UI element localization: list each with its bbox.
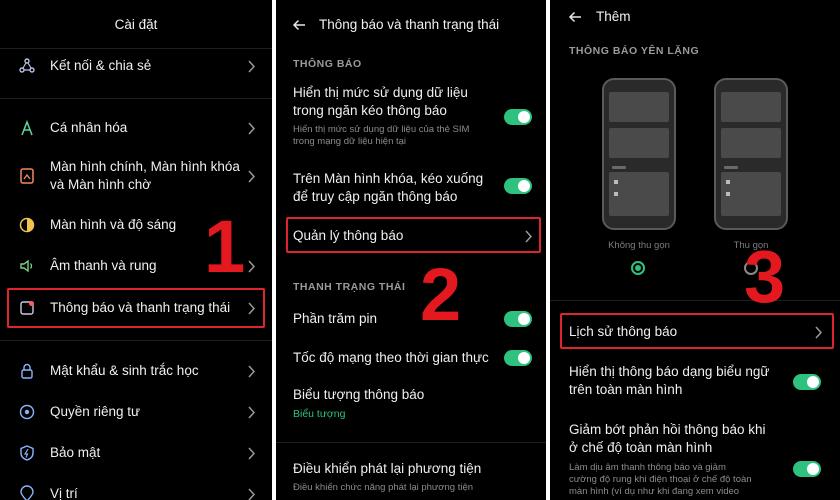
highlight-box xyxy=(560,313,834,349)
setting-label: Điều khiển phát lại phương tiện xyxy=(293,461,482,476)
toggle-switch[interactable] xyxy=(793,461,821,477)
preview-expanded[interactable] xyxy=(602,78,676,230)
section-header-status-bar: THANH TRẠNG THÁI xyxy=(293,281,406,293)
chevron-right-icon xyxy=(248,122,256,135)
setting-label: Tốc độ mạng theo thời gian thực xyxy=(293,350,489,365)
settings-item-personalization[interactable]: Cá nhân hóa xyxy=(0,114,272,142)
brush-icon xyxy=(21,119,33,136)
settings-item-label: Vị trí xyxy=(50,486,78,500)
setting-label: Hiển thị mức sử dụng dữ liệu trong ngăn … xyxy=(293,85,468,118)
chevron-right-icon xyxy=(248,170,256,183)
setting-lockscreen-pull-down[interactable]: Trên Màn hình khóa, kéo xuống để truy cậ… xyxy=(276,168,546,208)
radio-expanded[interactable] xyxy=(631,261,645,275)
header: Thêm xyxy=(550,0,840,34)
settings-item-label: Bảo mật xyxy=(50,445,101,460)
setting-data-usage-in-drawer[interactable]: Hiển thị mức sử dụng dữ liệu trong ngăn … xyxy=(276,82,546,152)
preview-collapsed[interactable] xyxy=(714,78,788,230)
settings-item-password-biometrics[interactable]: Mật khẩu & sinh trắc học xyxy=(0,357,272,385)
settings-item-privacy[interactable]: Quyền riêng tư xyxy=(0,398,272,426)
step-number: 3 xyxy=(744,235,786,318)
privacy-icon xyxy=(19,404,35,420)
setting-label: Trên Màn hình khóa, kéo xuống để truy cậ… xyxy=(293,171,484,204)
brightness-icon xyxy=(19,217,35,233)
divider xyxy=(0,48,272,49)
divider xyxy=(276,442,546,443)
settings-item-label: Cá nhân hóa xyxy=(50,120,128,135)
chevron-right-icon xyxy=(248,447,256,460)
chevron-right-icon xyxy=(248,488,256,500)
location-icon xyxy=(20,485,34,500)
setting-description: Làm dịu âm thanh thông báo và giảm cường… xyxy=(569,462,752,497)
page-title: Thêm xyxy=(596,9,631,24)
more-settings-panel: Thêm THÔNG BÁO YÊN LẶNG Không thu gọn Th… xyxy=(550,0,840,500)
chevron-right-icon xyxy=(248,60,256,73)
toggle-switch[interactable] xyxy=(793,374,821,390)
setting-label: Phần trăm pin xyxy=(293,311,378,326)
settings-panel: Cài đặt Kết nối & chia sẻ Cá nhân hóa Mà… xyxy=(0,0,272,500)
highlight-box xyxy=(286,217,541,253)
page-title: Thông báo và thanh trạng thái xyxy=(319,17,500,32)
notifications-status-bar-panel: Thông báo và thanh trạng thái THÔNG BÁO … xyxy=(276,0,546,500)
setting-value: Biểu tượng xyxy=(293,408,346,420)
setting-description: Hiển thị mức sử dụng dữ liệu của thẻ SIM… xyxy=(293,124,470,147)
toggle-switch[interactable] xyxy=(504,178,532,194)
home-screen-icon xyxy=(20,168,34,184)
back-arrow-icon[interactable] xyxy=(292,18,306,32)
section-header-notifications: THÔNG BÁO xyxy=(293,58,362,70)
header: Thông báo và thanh trạng thái xyxy=(276,0,546,48)
setting-notification-icons[interactable]: Biểu tượng thông báo Biểu tượng xyxy=(276,386,546,426)
settings-item-connection[interactable]: Kết nối & chia sẻ xyxy=(0,52,272,80)
settings-item-label: Âm thanh và rung xyxy=(50,258,157,273)
settings-item-home-lock-screen[interactable]: Màn hình chính, Màn hình khóa và Màn hìn… xyxy=(0,156,272,196)
divider xyxy=(0,98,272,99)
step-number: 1 xyxy=(204,205,246,288)
toggle-switch[interactable] xyxy=(504,311,532,327)
setting-reduce-feedback-fullscreen[interactable]: Giảm bớt phản hồi thông báo khi ở chế độ… xyxy=(550,420,840,500)
shield-icon xyxy=(20,445,34,461)
setting-battery-percentage[interactable]: Phần trăm pin xyxy=(276,307,546,331)
chevron-right-icon xyxy=(248,365,256,378)
settings-item-label: Màn hình và độ sáng xyxy=(50,217,177,232)
setting-description: Điều khiển chức năng phát lại phương tiệ… xyxy=(293,482,474,493)
divider xyxy=(0,340,272,341)
divider xyxy=(550,300,840,301)
step-number: 2 xyxy=(420,253,462,336)
settings-item-label: Quyền riêng tư xyxy=(50,404,141,419)
chevron-right-icon xyxy=(248,260,256,273)
settings-item-label: Kết nối & chia sẻ xyxy=(50,58,152,73)
settings-item-security[interactable]: Bảo mật xyxy=(0,439,272,467)
setting-media-playback-controls[interactable]: Điều khiển phát lại phương tiện Điều khi… xyxy=(276,460,546,500)
setting-fullscreen-banner[interactable]: Hiển thị thông báo dạng biểu ngữ trên to… xyxy=(550,362,840,402)
lock-icon xyxy=(21,363,33,379)
sound-icon xyxy=(20,259,33,273)
settings-item-label: Màn hình chính, Màn hình khóa và Màn hìn… xyxy=(50,159,240,192)
share-icon xyxy=(19,58,35,73)
setting-label: Hiển thị thông báo dạng biểu ngữ trên to… xyxy=(569,364,770,397)
setting-realtime-network-speed[interactable]: Tốc độ mạng theo thời gian thực xyxy=(276,346,546,370)
setting-label: Giảm bớt phản hồi thông báo khi ở chế độ… xyxy=(569,422,766,455)
back-arrow-icon[interactable] xyxy=(568,10,582,24)
header: Cài đặt xyxy=(0,0,272,48)
settings-item-location[interactable]: Vị trí xyxy=(0,480,272,500)
settings-item-label: Mật khẩu & sinh trắc học xyxy=(50,363,199,378)
option-label-expanded: Không thu gọn xyxy=(608,240,670,251)
toggle-switch[interactable] xyxy=(504,350,532,366)
highlight-box xyxy=(7,288,265,328)
chevron-right-icon xyxy=(248,406,256,419)
section-header-silent-notifications: THÔNG BÁO YÊN LẶNG xyxy=(569,45,700,57)
page-title: Cài đặt xyxy=(114,16,158,32)
setting-label: Biểu tượng thông báo xyxy=(293,387,425,402)
toggle-switch[interactable] xyxy=(504,109,532,125)
